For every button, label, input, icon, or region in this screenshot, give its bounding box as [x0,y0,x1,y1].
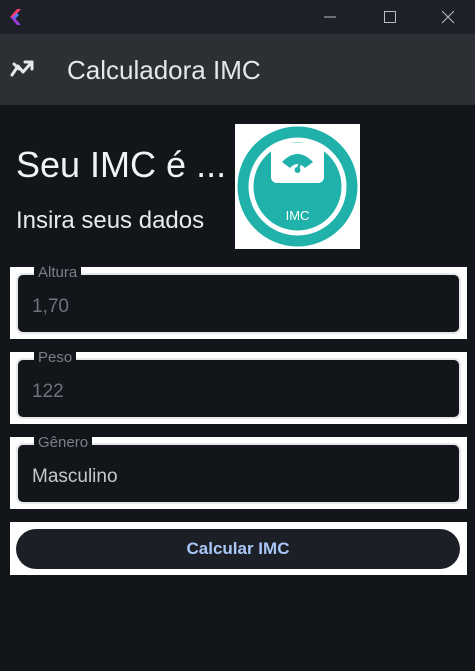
calculate-button-container: Calcular IMC [10,522,467,575]
close-window-button[interactable] [419,0,475,34]
peso-input[interactable]: 122 [32,380,64,404]
maximize-icon [384,11,396,23]
calculate-button[interactable]: Calcular IMC [16,529,460,569]
altura-field[interactable]: Altura 1,70 [16,264,461,334]
altura-input[interactable]: 1,70 [32,295,69,319]
minimize-button[interactable] [301,0,359,34]
altura-label: Altura [34,264,82,282]
minimize-icon [324,16,336,18]
window-titlebar [0,0,475,34]
genero-label: Gênero [34,434,93,452]
peso-field[interactable]: Peso 122 [16,349,461,419]
app-bar: Calculadora IMC [0,34,475,105]
genero-field-container: Gênero Masculino [10,434,467,509]
imc-image-label: IMC [286,208,310,223]
altura-field-container: Altura 1,70 [10,264,467,339]
peso-label: Peso [34,349,77,367]
scale-icon: IMC [237,126,358,247]
app-title: Calculadora IMC [67,55,261,85]
instruction-text: Insira seus dados [16,207,205,234]
result-heading: Seu IMC é ... [16,144,227,185]
imc-scale-image: IMC [235,124,360,249]
genero-field[interactable]: Gênero Masculino [16,434,461,504]
maximize-button[interactable] [361,0,419,34]
flutter-logo-icon [10,9,21,25]
genero-select[interactable]: Masculino [32,465,118,489]
close-icon [441,10,455,24]
peso-field-container: Peso 122 [10,349,467,424]
trending-icon [10,60,34,77]
